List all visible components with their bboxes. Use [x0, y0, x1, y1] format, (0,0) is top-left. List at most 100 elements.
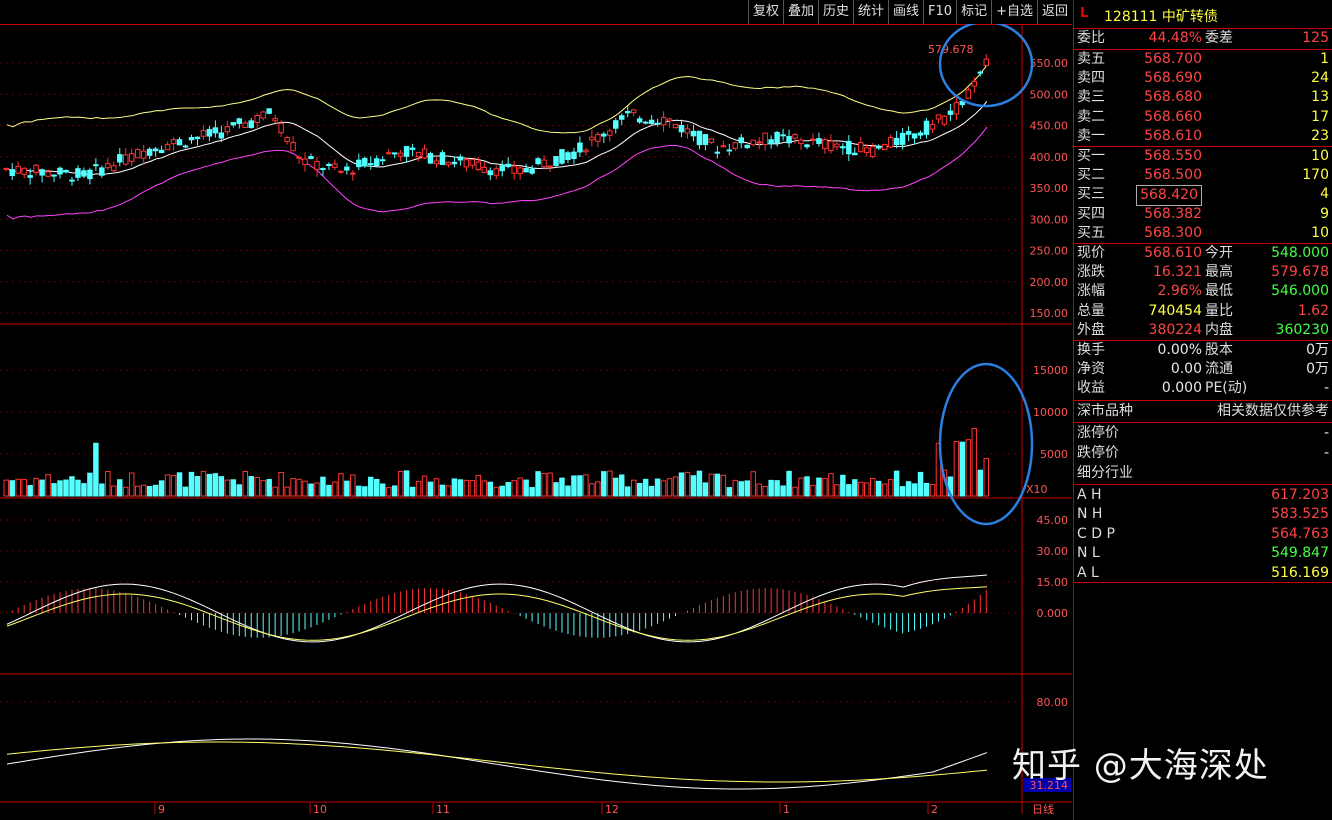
candle-body — [696, 130, 703, 146]
volume-bar — [164, 474, 171, 497]
candle-body — [93, 164, 99, 167]
candle-body — [822, 139, 828, 150]
volume-bar — [362, 486, 368, 497]
candle-body — [864, 147, 870, 153]
candle-body — [379, 159, 386, 162]
volume-bar — [105, 471, 111, 497]
candle-body — [3, 167, 9, 170]
toolbar-button-6[interactable]: 标记 — [956, 0, 991, 24]
quote-label-2: 内盘 — [1205, 321, 1233, 338]
candle-body — [45, 171, 51, 177]
candle-body — [385, 152, 392, 155]
toolbar-button-5[interactable]: F10 — [923, 0, 956, 24]
volume-bar — [236, 484, 243, 497]
volume-bar — [338, 473, 344, 497]
volume-bar — [959, 441, 966, 497]
volume-bar — [51, 483, 57, 497]
quote-value-2: 579.678 — [1271, 264, 1329, 281]
ask-price: 568.680 — [1144, 89, 1202, 106]
volume-bar — [708, 473, 715, 497]
volume-bar — [732, 479, 739, 497]
candle-body — [188, 137, 195, 141]
toolbar-button-7[interactable]: +自选 — [991, 0, 1037, 24]
volume-bar — [726, 487, 733, 497]
fundamental-value-2: 0万 — [1306, 342, 1329, 358]
quote-label: 涨跌 — [1077, 264, 1105, 281]
bid-row: 买四 568.382 9 — [1074, 205, 1332, 224]
volume-bar — [356, 485, 362, 497]
candle-body — [642, 121, 649, 124]
volume-bar — [409, 486, 416, 497]
ask-label: 卖三 — [1077, 89, 1105, 106]
quote-row: 现价 568.610 今开 548.000 — [1074, 244, 1332, 263]
pivot-value: 516.169 — [1271, 564, 1329, 581]
weibi-value: 44.48% — [1148, 30, 1202, 46]
candle-body — [971, 80, 978, 87]
volume-bar — [559, 477, 565, 497]
toolbar-button-3[interactable]: 统计 — [853, 0, 888, 24]
pivot-value: 583.525 — [1271, 506, 1329, 523]
volume-bar — [648, 485, 655, 497]
volume-bar — [846, 484, 852, 497]
candle-body — [224, 126, 231, 133]
candle-body — [601, 133, 607, 137]
candle-body — [356, 159, 362, 168]
candle-body — [559, 149, 565, 164]
volume-bar — [284, 486, 290, 497]
volume-bar — [218, 476, 225, 497]
volume-bar — [158, 480, 165, 497]
volume-bar — [415, 480, 422, 497]
pivot-value: 549.847 — [1271, 545, 1329, 562]
volume-bar — [887, 479, 894, 497]
volume-bar — [881, 483, 888, 497]
toolbar-button-8[interactable]: 返回 — [1036, 0, 1072, 24]
candle-body — [678, 124, 685, 133]
candle-body — [260, 111, 266, 119]
candle-body — [320, 168, 326, 171]
candle-body — [314, 161, 320, 171]
candle-body — [63, 169, 69, 173]
quote-label: 外盘 — [1077, 321, 1105, 338]
volume-bar — [810, 484, 816, 497]
macd-tick-label: 30.00 — [1037, 545, 1069, 558]
candle-body — [983, 58, 989, 67]
volume-bar — [493, 486, 499, 497]
candle-body — [487, 170, 494, 176]
volume-bar — [206, 473, 213, 497]
volume-bar — [678, 472, 685, 497]
market-note: 相关数据仅供参考 — [1217, 403, 1329, 419]
bid-volume: 10 — [1311, 148, 1329, 164]
volume-bar — [379, 483, 386, 497]
candle-body — [792, 134, 798, 139]
quote-value-2: 546.000 — [1271, 283, 1329, 300]
candle-body — [577, 142, 583, 153]
toolbar-button-2[interactable]: 历史 — [817, 0, 853, 24]
volume-bar — [875, 480, 882, 497]
bollinger-upper-line — [6, 64, 988, 134]
candle-body — [672, 123, 679, 129]
volume-tick-label: 5000 — [1040, 448, 1068, 461]
candle-body — [87, 169, 93, 180]
volume-bar — [517, 477, 523, 497]
candle-body — [935, 114, 942, 120]
month-label: 2 — [931, 803, 938, 814]
bid-row: 买五 568.300 10 — [1074, 224, 1332, 243]
quote-label-2: 最低 — [1205, 283, 1233, 300]
toolbar-button-0[interactable]: 复权 — [747, 0, 783, 24]
candle-body — [397, 152, 404, 157]
toolbar-button-4[interactable]: 画线 — [888, 0, 923, 24]
quote-panel: L 128111 中矿转债 委比 44.48% 委差 125 卖五 568.700… — [1073, 0, 1332, 820]
volume-unit-label: X10 — [1026, 483, 1048, 496]
watermark: 知乎 @大海深处 — [1012, 746, 1269, 786]
toolbar-button-1[interactable]: 叠加 — [782, 0, 818, 24]
limit-label: 细分行业 — [1077, 465, 1133, 481]
candle-body — [499, 165, 505, 172]
candle-body — [720, 145, 727, 148]
limit-row: 细分行业 — [1074, 464, 1332, 483]
candle-body — [589, 136, 595, 141]
bid-volume: 9 — [1320, 205, 1329, 222]
quote-row: 涨幅 2.96% 最低 546.000 — [1074, 282, 1332, 301]
candle-body — [99, 167, 105, 176]
volume-bar — [421, 475, 428, 497]
kline-chart-area[interactable]: 550.00 500.00 450.00 400.00 350.00 300.00 250.… — [0, 24, 1072, 814]
